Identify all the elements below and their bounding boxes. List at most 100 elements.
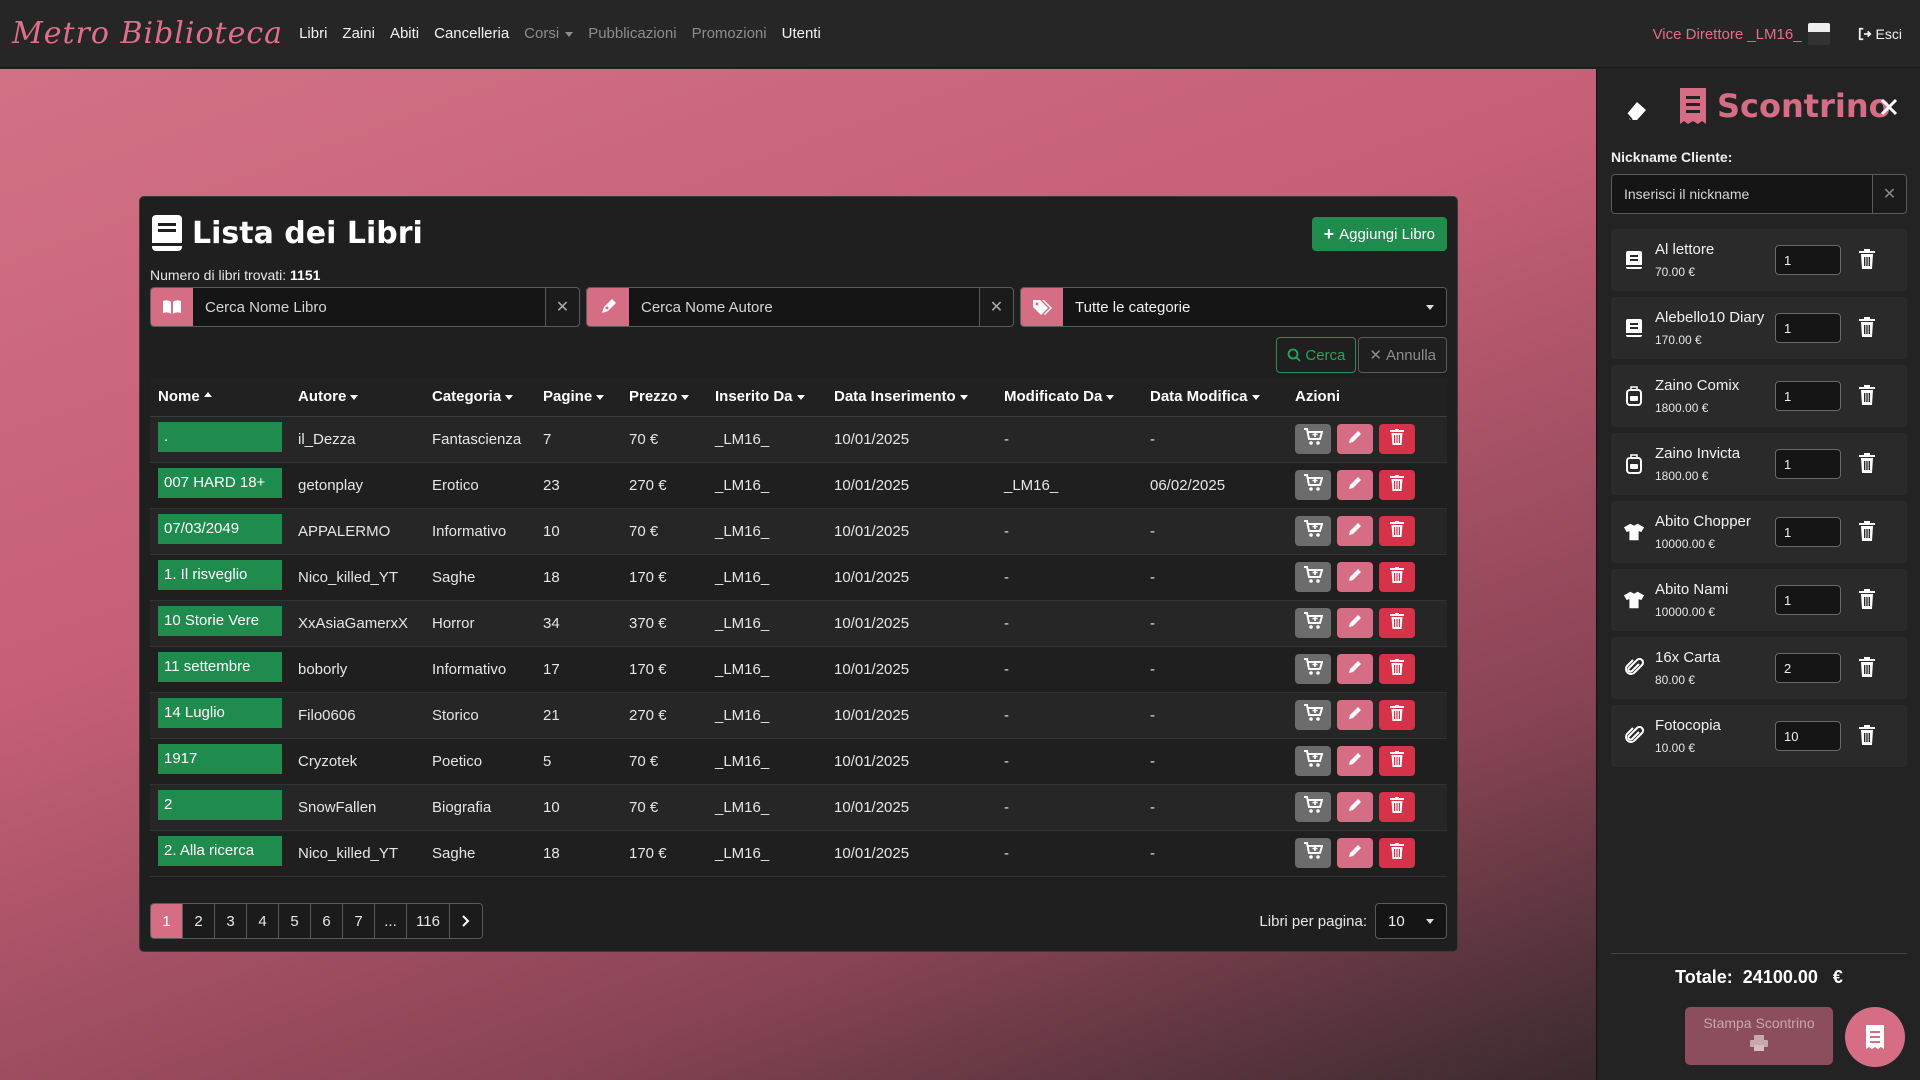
book-name-link[interactable]: 1917 [158, 744, 282, 774]
delete-button[interactable] [1379, 562, 1415, 592]
quantity-input[interactable]: 1 [1775, 313, 1841, 343]
nickname-input[interactable]: Inserisci il nickname [1612, 175, 1872, 213]
col-data-inserimento[interactable]: Data Inserimento [826, 378, 996, 417]
close-icon[interactable] [1879, 97, 1899, 117]
nav-link-abiti[interactable]: Abiti [390, 25, 419, 42]
next-page-button[interactable] [449, 904, 482, 938]
nav-link-pubblicazioni[interactable]: Pubblicazioni [588, 25, 676, 42]
per-page-select[interactable]: 10 [1375, 903, 1447, 939]
nav-link-corsi[interactable]: Corsi [524, 25, 574, 42]
trash-icon[interactable] [1859, 249, 1875, 269]
avatar[interactable] [1807, 23, 1830, 45]
add-to-cart-button[interactable] [1295, 516, 1331, 546]
page-button[interactable]: 1 [151, 904, 183, 938]
page-button[interactable]: 4 [247, 904, 279, 938]
trash-icon[interactable] [1859, 521, 1875, 541]
edit-button[interactable] [1337, 654, 1373, 684]
edit-button[interactable] [1337, 838, 1373, 868]
page-button[interactable]: 3 [215, 904, 247, 938]
page-button[interactable]: ... [375, 904, 407, 938]
trash-icon[interactable] [1859, 657, 1875, 677]
add-to-cart-button[interactable] [1295, 746, 1331, 776]
add-book-button[interactable]: + Aggiungi Libro [1311, 217, 1447, 251]
trash-icon[interactable] [1859, 589, 1875, 609]
add-to-cart-button[interactable] [1295, 654, 1331, 684]
nav-link-utenti[interactable]: Utenti [782, 25, 821, 42]
book-name-link[interactable]: 14 Luglio [158, 698, 282, 728]
add-to-cart-button[interactable] [1295, 562, 1331, 592]
receipt-toggle-button[interactable] [1845, 1007, 1905, 1067]
edit-button[interactable] [1337, 470, 1373, 500]
delete-button[interactable] [1379, 838, 1415, 868]
add-to-cart-button[interactable] [1295, 470, 1331, 500]
quantity-input[interactable]: 10 [1775, 721, 1841, 751]
col-inserito-da[interactable]: Inserito Da [707, 378, 826, 417]
nav-link-cancelleria[interactable]: Cancelleria [434, 25, 509, 42]
quantity-input[interactable]: 1 [1775, 449, 1841, 479]
edit-button[interactable] [1337, 700, 1373, 730]
search-button[interactable]: Cerca [1276, 337, 1357, 373]
book-name-link[interactable]: 2 [158, 790, 282, 820]
quantity-input[interactable]: 2 [1775, 653, 1841, 683]
col-categoria[interactable]: Categoria [424, 378, 535, 417]
col-prezzo[interactable]: Prezzo [621, 378, 707, 417]
clear-book-search-button[interactable]: ✕ [545, 288, 579, 326]
page-button[interactable]: 116 [407, 904, 450, 938]
user-name[interactable]: Vice Direttore _LM16_ [1653, 26, 1802, 43]
page-button[interactable]: 6 [311, 904, 343, 938]
book-name-link[interactable]: 10 Storie Vere [158, 606, 282, 636]
delete-button[interactable] [1379, 792, 1415, 822]
quantity-input[interactable]: 1 [1775, 585, 1841, 615]
delete-button[interactable] [1379, 608, 1415, 638]
category-select[interactable]: Tutte le categorie [1063, 288, 1446, 326]
clear-author-search-button[interactable]: ✕ [979, 288, 1013, 326]
book-name-link[interactable]: 2. Alla ricerca [158, 836, 282, 866]
clear-nickname-button[interactable]: ✕ [1872, 175, 1906, 213]
delete-button[interactable] [1379, 746, 1415, 776]
book-name-link[interactable]: 007 HARD 18+ [158, 468, 282, 498]
nav-link-zaini[interactable]: Zaini [342, 25, 375, 42]
book-name-link[interactable]: 07/03/2049 [158, 514, 282, 544]
book-name-link[interactable]: . [158, 422, 282, 452]
delete-button[interactable] [1379, 516, 1415, 546]
delete-button[interactable] [1379, 654, 1415, 684]
edit-button[interactable] [1337, 516, 1373, 546]
col-data-modifica[interactable]: Data Modifica [1142, 378, 1287, 417]
nav-link-libri[interactable]: Libri [299, 25, 327, 42]
trash-icon[interactable] [1859, 385, 1875, 405]
brand-logo[interactable]: Metro Biblioteca [12, 16, 283, 51]
nav-link-promozioni[interactable]: Promozioni [692, 25, 767, 42]
col-pagine[interactable]: Pagine [535, 378, 621, 417]
book-name-link[interactable]: 11 settembre [158, 652, 282, 682]
edit-button[interactable] [1337, 746, 1373, 776]
add-to-cart-button[interactable] [1295, 608, 1331, 638]
eraser-icon[interactable] [1623, 97, 1649, 123]
add-to-cart-button[interactable] [1295, 792, 1331, 822]
col-autore[interactable]: Autore [290, 378, 424, 417]
edit-button[interactable] [1337, 424, 1373, 454]
edit-button[interactable] [1337, 608, 1373, 638]
cancel-button[interactable]: ✕ Annulla [1358, 337, 1447, 373]
page-button[interactable]: 2 [183, 904, 215, 938]
add-to-cart-button[interactable] [1295, 700, 1331, 730]
delete-button[interactable] [1379, 424, 1415, 454]
col-modificato-da[interactable]: Modificato Da [996, 378, 1142, 417]
page-button[interactable]: 5 [279, 904, 311, 938]
trash-icon[interactable] [1859, 453, 1875, 473]
quantity-input[interactable]: 1 [1775, 517, 1841, 547]
page-button[interactable]: 7 [343, 904, 375, 938]
book-name-link[interactable]: 1. Il risveglio [158, 560, 282, 590]
book-search-input[interactable]: Cerca Nome Libro [193, 288, 545, 326]
edit-button[interactable] [1337, 792, 1373, 822]
col-nome[interactable]: Nome [150, 378, 290, 417]
delete-button[interactable] [1379, 470, 1415, 500]
add-to-cart-button[interactable] [1295, 838, 1331, 868]
trash-icon[interactable] [1859, 725, 1875, 745]
add-to-cart-button[interactable] [1295, 424, 1331, 454]
trash-icon[interactable] [1859, 317, 1875, 337]
edit-button[interactable] [1337, 562, 1373, 592]
delete-button[interactable] [1379, 700, 1415, 730]
quantity-input[interactable]: 1 [1775, 245, 1841, 275]
author-search-input[interactable]: Cerca Nome Autore [629, 288, 979, 326]
logout-button[interactable]: Esci [1858, 26, 1902, 42]
